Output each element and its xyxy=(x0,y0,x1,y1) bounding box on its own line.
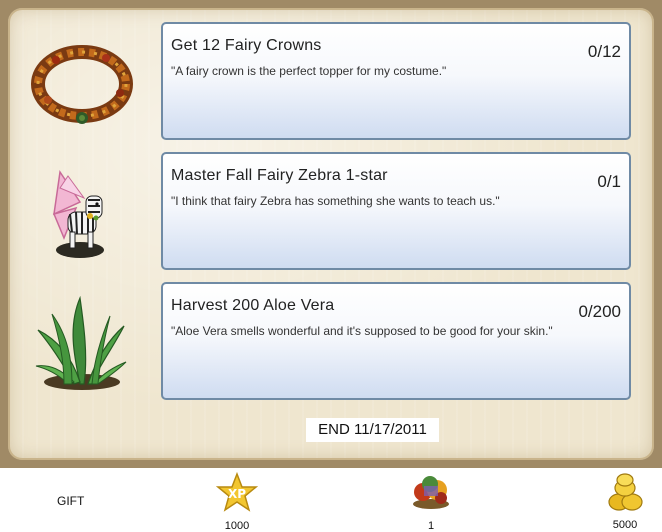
coins-icon xyxy=(602,472,648,517)
coins-amount: 5000 xyxy=(612,519,638,531)
quest-description: "Aloe Vera smells wonderful and it's sup… xyxy=(171,324,553,338)
quest-progress: 0/1 xyxy=(597,172,621,191)
quest-card-2: Master Fall Fairy Zebra 1-star "I think … xyxy=(161,152,631,270)
fairy-crown-icon xyxy=(28,38,136,130)
xp-amount: 1000 xyxy=(224,520,250,532)
quest-card-3: Harvest 200 Aloe Vera "Aloe Vera smells … xyxy=(161,282,631,400)
quest-description: "A fairy crown is the perfect topper for… xyxy=(171,64,447,78)
end-date-label: END 11/17/2011 xyxy=(306,418,439,442)
xp-reward: XP 1000 xyxy=(214,471,260,532)
item-reward: 1 xyxy=(408,472,454,532)
item-amount: 1 xyxy=(427,520,435,532)
quest-card-1: Get 12 Fairy Crowns "A fairy crown is th… xyxy=(161,22,631,140)
quest-title: Get 12 Fairy Crowns xyxy=(171,37,322,54)
quest-title: Master Fall Fairy Zebra 1-star xyxy=(171,167,388,184)
quest-description: "I think that fairy Zebra has something … xyxy=(171,194,500,208)
gift-label: GIFT xyxy=(57,494,85,508)
quest-progress: 0/200 xyxy=(578,302,621,321)
rewards-bar xyxy=(0,468,662,529)
gift-item-icon xyxy=(408,472,454,515)
coins-reward: 5000 xyxy=(602,472,648,531)
aloe-vera-icon xyxy=(34,295,128,392)
xp-star-icon: XP xyxy=(214,471,260,517)
svg-text:XP: XP xyxy=(228,487,246,501)
fairy-zebra-icon xyxy=(46,168,116,264)
quest-title: Harvest 200 Aloe Vera xyxy=(171,297,335,314)
quest-progress: 0/12 xyxy=(587,42,621,61)
